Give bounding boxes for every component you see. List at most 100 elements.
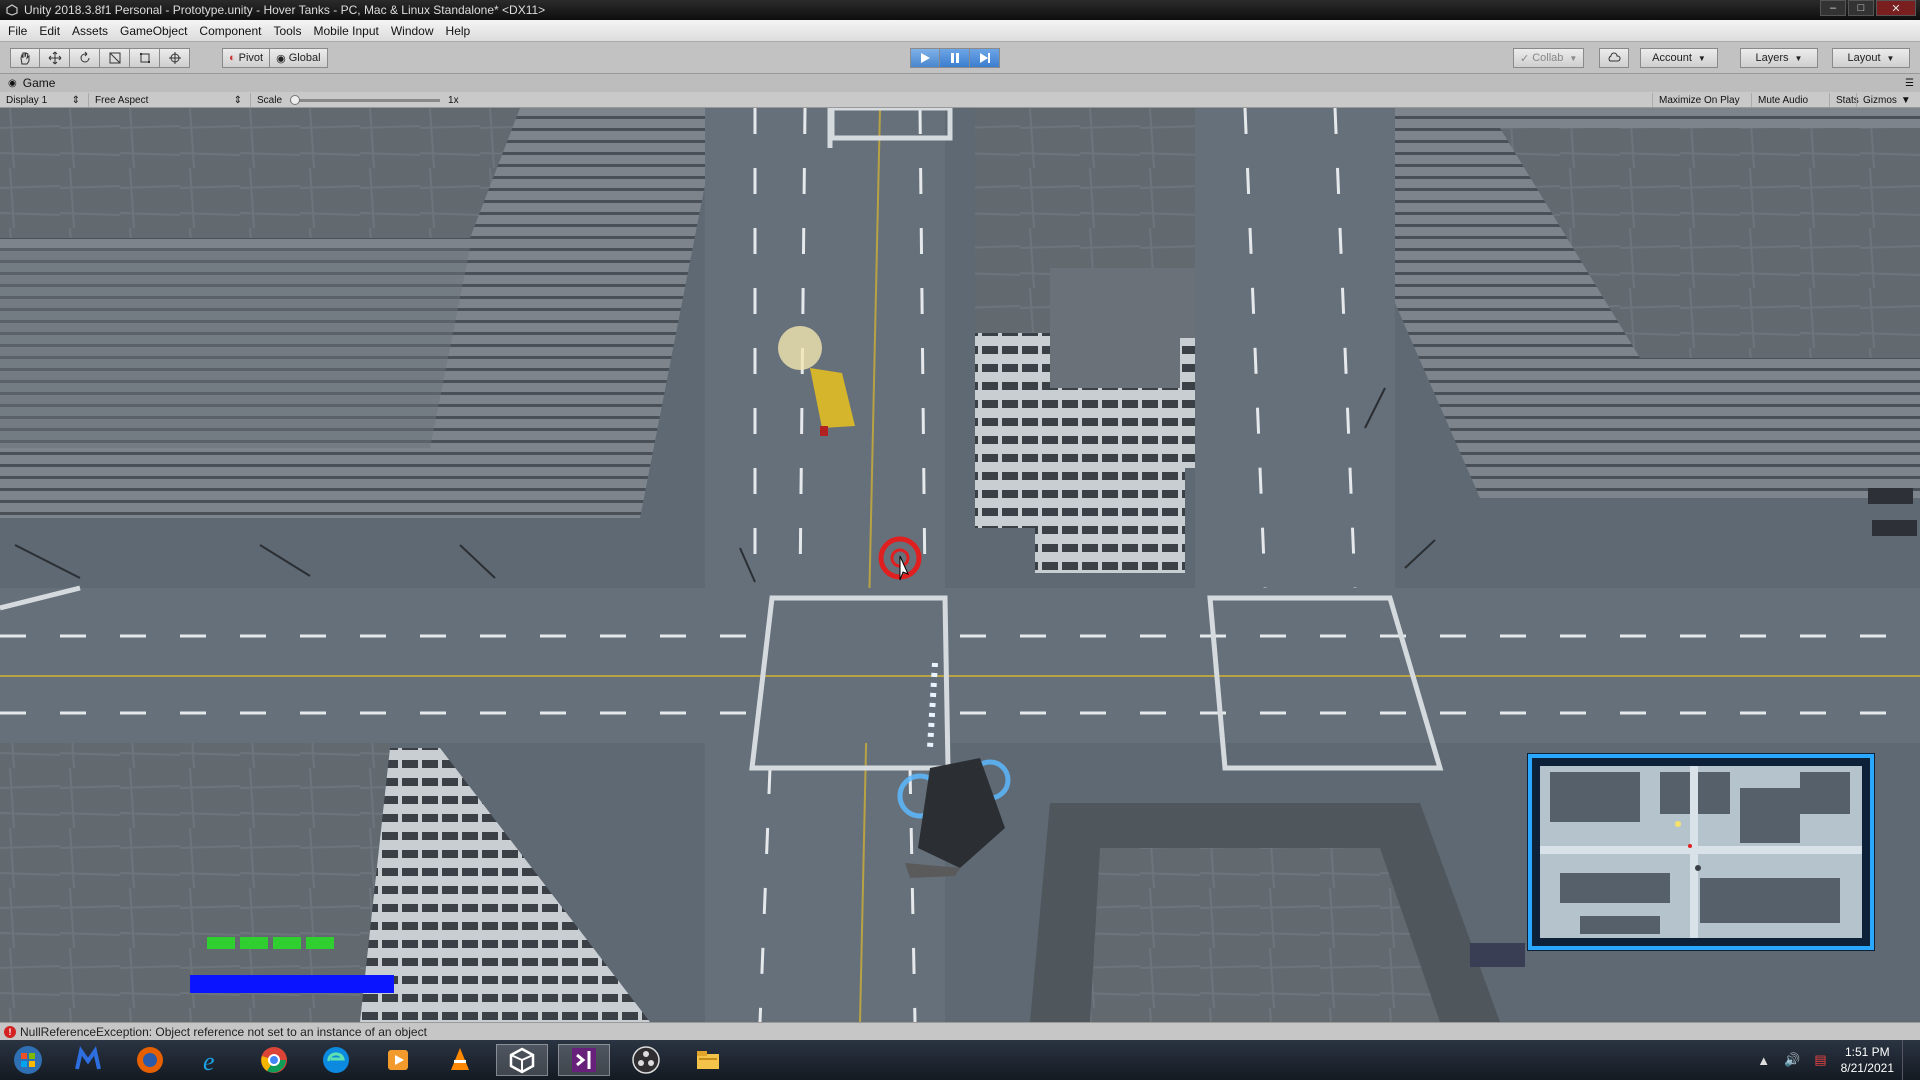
layout-label: Layout	[1847, 52, 1881, 64]
volume-icon[interactable]: 🔊	[1784, 1052, 1800, 1068]
pivot-button[interactable]: ◐ Pivot	[222, 48, 271, 68]
toolbar: ◐ Pivot ◉ Global ✓ Collab ▼ Account ▼ Layers ▼…	[0, 42, 1920, 74]
global-label: Global	[288, 52, 321, 64]
windows-start-icon	[14, 1046, 42, 1074]
maximize-on-play-toggle[interactable]: Maximize On Play	[1652, 93, 1746, 107]
cloud-icon	[1608, 52, 1621, 62]
taskbar-media-player[interactable]	[372, 1044, 424, 1076]
minimize-button[interactable]: –	[1820, 0, 1846, 16]
taskbar-edge[interactable]	[310, 1044, 362, 1076]
play-icon	[921, 53, 930, 63]
clock-time: 1:51 PM	[1844, 1045, 1890, 1059]
hud-energy-bar	[190, 975, 394, 993]
error-icon: !	[4, 1025, 16, 1038]
network-icon[interactable]: ▤	[1814, 1052, 1826, 1068]
rotate-tool-button[interactable]	[70, 48, 100, 68]
console-error-message[interactable]: NullReferenceException: Object reference…	[20, 1025, 427, 1039]
system-clock[interactable]: 1:51 PM 8/21/2021	[1841, 1044, 1894, 1076]
step-button[interactable]	[970, 48, 1000, 68]
clock-date: 8/21/2021	[1840, 1061, 1894, 1075]
menu-window[interactable]: Window	[391, 24, 442, 38]
layers-label: Layers	[1755, 52, 1789, 64]
taskbar-internet-explorer[interactable]: e	[186, 1044, 238, 1076]
scale-tool-button[interactable]	[100, 48, 130, 68]
tab-menu-icon[interactable]: ☰	[1905, 78, 1914, 89]
show-desktop-button[interactable]	[1902, 1040, 1910, 1080]
menu-edit[interactable]: Edit	[39, 24, 68, 38]
health-segment	[207, 937, 235, 949]
menu-assets[interactable]: Assets	[72, 24, 116, 38]
play-button[interactable]	[910, 48, 940, 68]
rect-tool-icon	[139, 53, 150, 63]
move-tool-icon	[48, 51, 61, 65]
account-dropdown[interactable]: Account ▼	[1640, 48, 1718, 68]
close-button[interactable]: ✕	[1876, 0, 1916, 16]
step-icon	[979, 53, 990, 63]
move-tool-button[interactable]	[40, 48, 70, 68]
scale-slider-handle[interactable]	[290, 94, 301, 105]
scale-slider[interactable]	[290, 94, 441, 105]
menu-component[interactable]: Component	[199, 24, 269, 38]
layers-dropdown[interactable]: Layers ▼	[1740, 48, 1818, 68]
internet-explorer-icon: e	[203, 1047, 215, 1075]
health-segment	[273, 937, 301, 949]
hand-tool-button[interactable]	[10, 48, 40, 68]
menu-tools[interactable]: Tools	[273, 24, 309, 38]
game-tab-title[interactable]: Game	[23, 76, 56, 90]
status-bar[interactable]: ! NullReferenceException: Object referen…	[0, 1022, 1920, 1040]
taskbar-visual-studio[interactable]	[558, 1044, 610, 1076]
system-tray: ▲ 🔊 ▤ 1:51 PM 8/21/2021	[1757, 1040, 1910, 1080]
menu-mobile-input[interactable]: Mobile Input	[313, 24, 386, 38]
show-hidden-icons-icon[interactable]: ▲	[1757, 1053, 1770, 1068]
visual-studio-icon	[572, 1048, 596, 1072]
pause-button[interactable]	[940, 48, 970, 68]
window-title: Unity 2018.3.8f1 Personal - Prototype.un…	[24, 3, 546, 17]
svg-text:e: e	[203, 1047, 215, 1075]
taskbar-file-explorer[interactable]	[682, 1044, 734, 1076]
scale-label: Scale	[257, 94, 283, 106]
game-viewport[interactable]	[0, 108, 1920, 1022]
start-button[interactable]	[2, 1044, 54, 1076]
mute-audio-label: Mute Audio	[1758, 94, 1809, 106]
road-vertical-right	[1195, 108, 1395, 588]
title-bar: Unity 2018.3.8f1 Personal - Prototype.un…	[0, 0, 1920, 20]
updown-icon: ⇕	[71, 94, 80, 106]
collab-label: Collab	[1532, 52, 1564, 64]
layout-dropdown[interactable]: Layout ▼	[1832, 48, 1910, 68]
taskbar: e ▲ 🔊 ▤ 1:51 PM 8/21/2021	[0, 1040, 1920, 1080]
aspect-dropdown[interactable]: Free Aspect ⇕	[88, 93, 248, 107]
game-view-controls: Display 1 ⇕ Free Aspect ⇕ Scale 1x Maximiz…	[0, 92, 1920, 108]
taskbar-vlc[interactable]	[434, 1044, 486, 1076]
taskbar-obs[interactable]	[620, 1044, 672, 1076]
firefox-icon	[137, 1047, 163, 1073]
taskbar-malwarebytes[interactable]	[62, 1044, 114, 1076]
taskbar-firefox[interactable]	[124, 1044, 176, 1076]
mute-audio-toggle[interactable]: Mute Audio	[1751, 93, 1814, 107]
edge-icon	[323, 1047, 349, 1073]
collab-button[interactable]: ✓ Collab ▼	[1513, 48, 1585, 68]
global-button[interactable]: ◉ Global	[270, 48, 328, 68]
menu-help[interactable]: Help	[446, 24, 479, 38]
pause-icon	[950, 53, 959, 63]
transform-tool-icon	[168, 52, 181, 64]
maximize-button[interactable]: □	[1848, 0, 1874, 16]
chevron-down-icon: ▼	[1900, 94, 1911, 106]
gizmos-dropdown[interactable]: Gizmos ▼	[1856, 93, 1920, 107]
game-scene[interactable]	[0, 108, 1920, 1022]
display-dropdown[interactable]: Display 1 ⇕	[0, 93, 86, 107]
cloud-button[interactable]	[1599, 48, 1629, 68]
menu-gameobject[interactable]: GameObject	[120, 24, 195, 38]
rect-tool-button[interactable]	[130, 48, 160, 68]
transform-tool-button[interactable]	[160, 48, 190, 68]
unity-logo-icon	[6, 4, 18, 16]
health-segment	[306, 937, 334, 949]
chrome-icon	[261, 1047, 287, 1073]
taskbar-unity[interactable]	[496, 1044, 548, 1076]
taskbar-chrome[interactable]	[248, 1044, 300, 1076]
chevron-down-icon: ▼	[1569, 53, 1578, 63]
menu-file[interactable]: File	[8, 24, 35, 38]
unity-icon	[509, 1047, 535, 1074]
malwarebytes-icon	[75, 1046, 101, 1070]
display-label: Display 1	[6, 94, 48, 106]
maximize-on-play-label: Maximize On Play	[1659, 94, 1740, 106]
